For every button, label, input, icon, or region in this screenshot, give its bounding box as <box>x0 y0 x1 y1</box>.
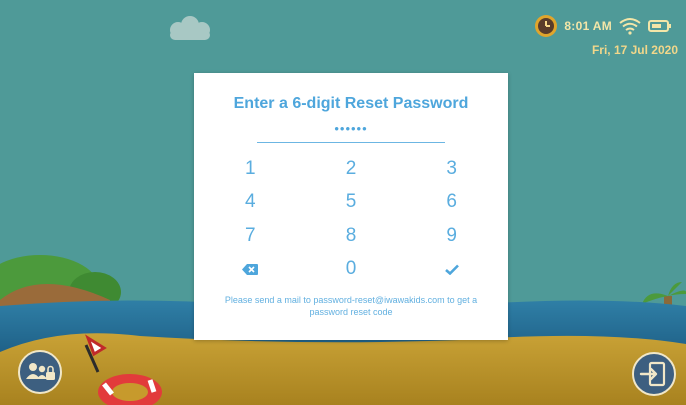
key-2[interactable]: 2 <box>301 152 402 186</box>
clock-icon <box>535 15 558 37</box>
wifi-icon <box>619 18 641 35</box>
battery-icon <box>648 20 671 32</box>
key-1[interactable]: 1 <box>200 152 301 186</box>
parent-lock-button[interactable] <box>18 350 62 394</box>
backspace-key[interactable] <box>200 253 301 287</box>
dialog-title: Enter a 6-digit Reset Password <box>233 95 469 112</box>
numeric-keypad: 1 2 3 4 5 6 7 8 9 0 <box>194 152 508 286</box>
users-lock-icon <box>18 350 62 394</box>
key-0[interactable]: 0 <box>301 253 402 287</box>
exit-button[interactable] <box>632 352 676 396</box>
key-4[interactable]: 4 <box>200 186 301 220</box>
key-7[interactable]: 7 <box>200 219 301 253</box>
reset-instructions: Please send a mail to password-reset@iwa… <box>224 295 478 317</box>
key-5[interactable]: 5 <box>301 186 402 220</box>
pin-input[interactable]: •••••• <box>257 119 445 143</box>
status-date: Fri, 17 Jul 2020 <box>591 43 678 57</box>
key-3[interactable]: 3 <box>401 152 502 186</box>
reset-password-dialog: Enter a 6-digit Reset Password •••••• 1 … <box>194 73 508 340</box>
backspace-icon <box>242 263 259 275</box>
key-9[interactable]: 9 <box>401 219 502 253</box>
exit-door-icon <box>632 352 676 396</box>
status-time: 8:01 AM <box>564 19 612 33</box>
checkmark-icon <box>444 264 459 275</box>
key-6[interactable]: 6 <box>401 186 502 220</box>
status-bar: 8:01 AM <box>534 14 672 38</box>
confirm-key[interactable] <box>401 253 502 287</box>
key-8[interactable]: 8 <box>301 219 402 253</box>
